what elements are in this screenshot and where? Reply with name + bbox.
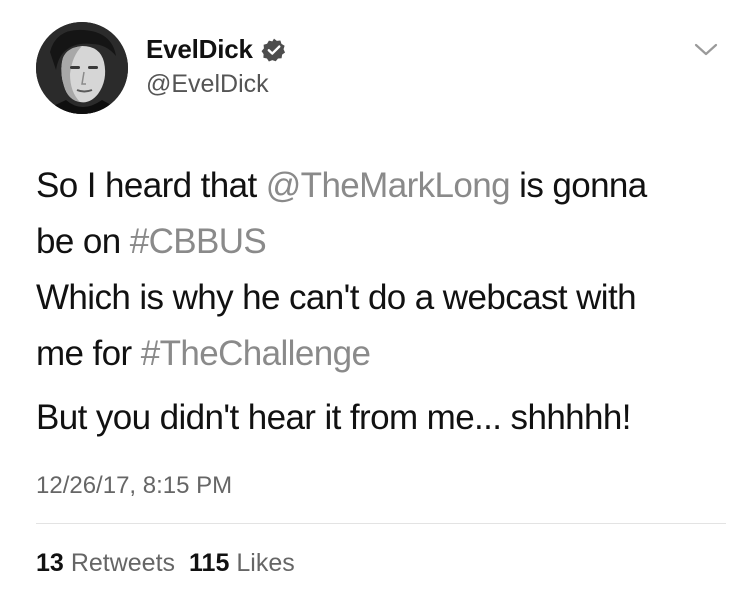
mention-link[interactable]: @TheMarkLong bbox=[266, 166, 511, 205]
likes-count: 115 bbox=[189, 549, 230, 577]
tweet-text-segment: Which is why he can't do a webcast with bbox=[36, 278, 637, 317]
retweets-label: Retweets bbox=[70, 549, 176, 577]
name-row: EvelDick bbox=[146, 34, 287, 65]
verified-badge-icon bbox=[261, 37, 287, 63]
tweet-text-segment: But you didn't hear it from me... shhhhh… bbox=[36, 398, 632, 437]
tweet-line: So I heard that @TheMarkLong is gonna bbox=[36, 158, 726, 214]
hashtag-link[interactable]: #CBBUS bbox=[130, 222, 267, 261]
divider bbox=[36, 523, 726, 524]
tweet-text: So I heard that @TheMarkLong is gonna be… bbox=[36, 158, 726, 446]
display-name[interactable]: EvelDick bbox=[146, 34, 253, 65]
tweet-text-segment: me for bbox=[36, 334, 141, 373]
avatar[interactable] bbox=[36, 22, 128, 114]
tweet-text-segment: is gonna bbox=[510, 166, 647, 205]
likes-label: Likes bbox=[236, 549, 295, 577]
engagement-stats: 13 Retweets 115 Likes bbox=[36, 549, 309, 578]
chevron-down-icon[interactable] bbox=[692, 40, 720, 60]
tweet-line: Which is why he can't do a webcast with bbox=[36, 270, 726, 326]
retweets-stat[interactable]: 13 Retweets bbox=[36, 549, 175, 578]
likes-stat[interactable]: 115 Likes bbox=[189, 549, 295, 578]
tweet-line: But you didn't hear it from me... shhhhh… bbox=[36, 390, 726, 446]
tweet-text-segment: be on bbox=[36, 222, 130, 261]
tweet-text-segment: So I heard that bbox=[36, 166, 266, 205]
tweet-line: me for #TheChallenge bbox=[36, 326, 726, 382]
hashtag-link[interactable]: #TheChallenge bbox=[141, 334, 371, 373]
user-handle[interactable]: @EvelDick bbox=[146, 70, 269, 99]
avatar-portrait-image bbox=[36, 22, 128, 114]
tweet-timestamp[interactable]: 12/26/17, 8:15 PM bbox=[36, 472, 232, 500]
retweets-count: 13 bbox=[36, 549, 64, 577]
tweet-card: EvelDick @EvelDick So I heard that @TheM… bbox=[0, 0, 750, 592]
tweet-line: be on #CBBUS bbox=[36, 214, 726, 270]
